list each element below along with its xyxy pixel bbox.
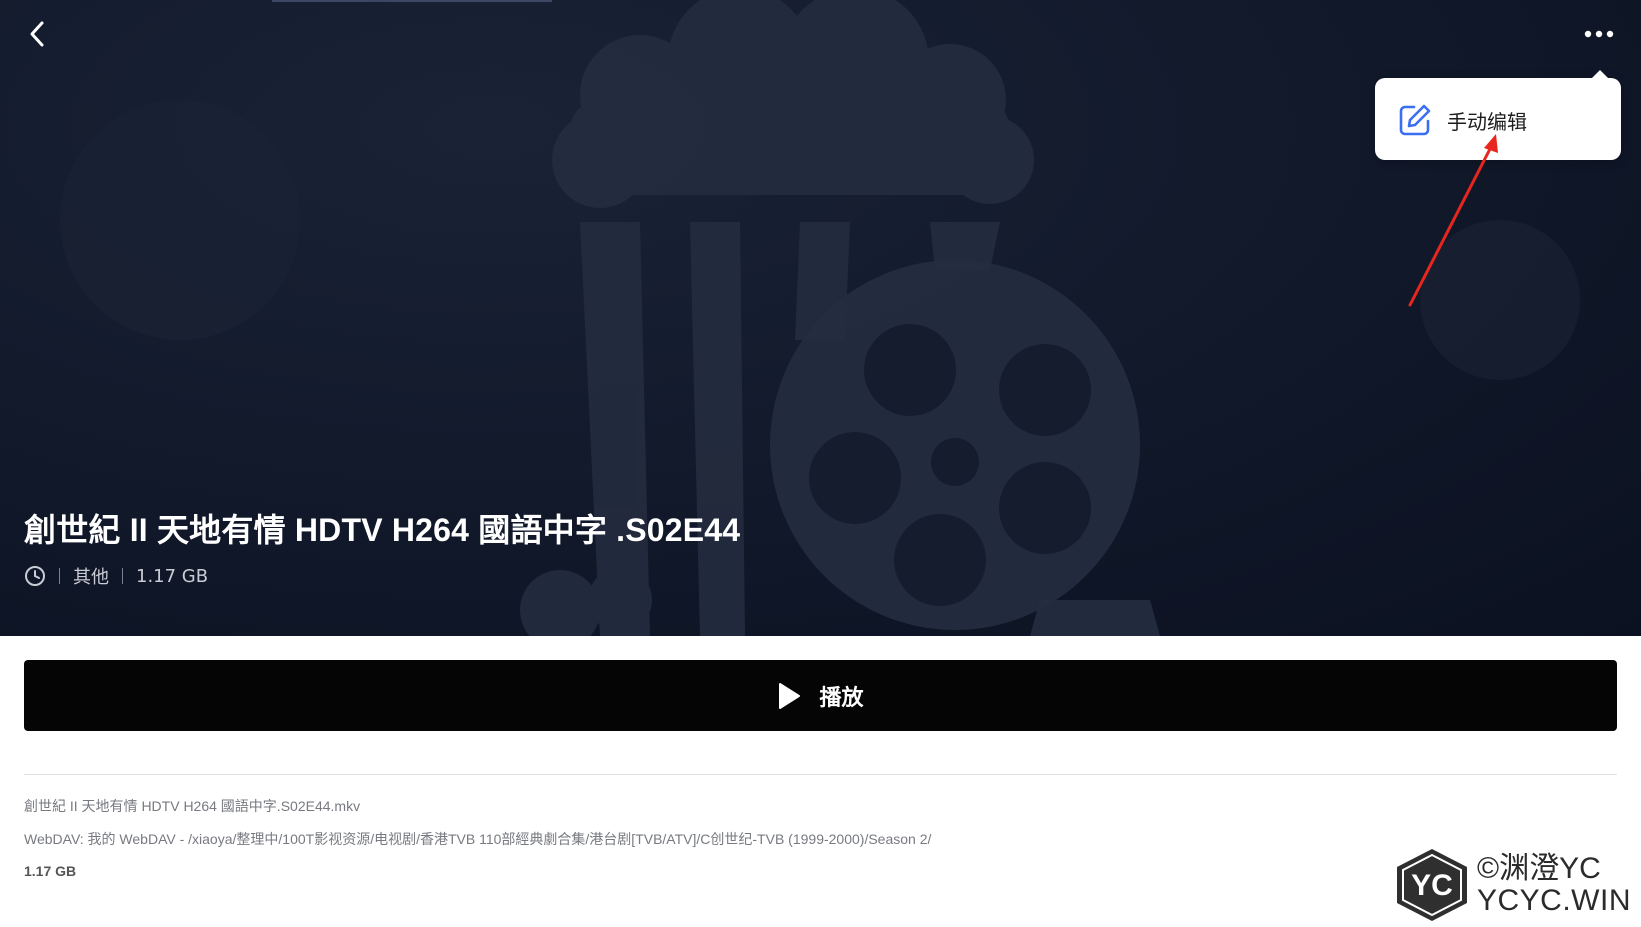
meta-divider xyxy=(122,568,123,584)
media-size: 1.17 GB xyxy=(136,565,209,587)
watermark-badge-text: YC xyxy=(1411,869,1453,902)
media-meta-row: 其他 1.17 GB xyxy=(24,562,208,590)
file-path: WebDAV: 我的 WebDAV - /xiaoya/整理中/100T影视资源… xyxy=(24,831,932,847)
file-name: 創世紀 II 天地有情 HDTV H264 國語中字.S02E44.mkv xyxy=(24,798,361,814)
watermark-logo: YC xyxy=(1393,847,1471,923)
play-label: 播放 xyxy=(819,685,864,711)
options-dropdown-menu: 手动编辑 xyxy=(1375,70,1621,160)
clock-icon xyxy=(25,566,45,586)
media-category: 其他 xyxy=(73,567,109,588)
file-size: 1.17 GB xyxy=(24,863,77,879)
play-icon xyxy=(779,682,801,709)
menu-caret xyxy=(1591,70,1609,79)
chevron-left-icon xyxy=(30,21,44,47)
edit-pencil-icon xyxy=(1399,104,1431,136)
watermark-line2: YCYC.WIN xyxy=(1477,883,1631,917)
watermark: YC ©渊澄YC YCYC.WIN xyxy=(1393,844,1641,925)
meta-divider xyxy=(59,568,60,584)
media-title: 創世紀 II 天地有情 HDTV H264 國語中字 .S02E44 xyxy=(24,512,741,548)
watermark-line1: ©渊澄YC xyxy=(1477,852,1601,885)
section-divider xyxy=(24,774,1617,775)
back-button[interactable] xyxy=(18,14,58,54)
menu-item-label: 手动编辑 xyxy=(1447,109,1527,134)
menu-item-manual-edit[interactable]: 手动编辑 xyxy=(1397,100,1527,140)
more-horizontal-icon xyxy=(1584,30,1614,38)
watermark-text: ©渊澄YC YCYC.WIN xyxy=(1477,853,1631,916)
more-options-button[interactable] xyxy=(1578,14,1620,54)
play-button[interactable]: 播放 xyxy=(24,660,1617,731)
